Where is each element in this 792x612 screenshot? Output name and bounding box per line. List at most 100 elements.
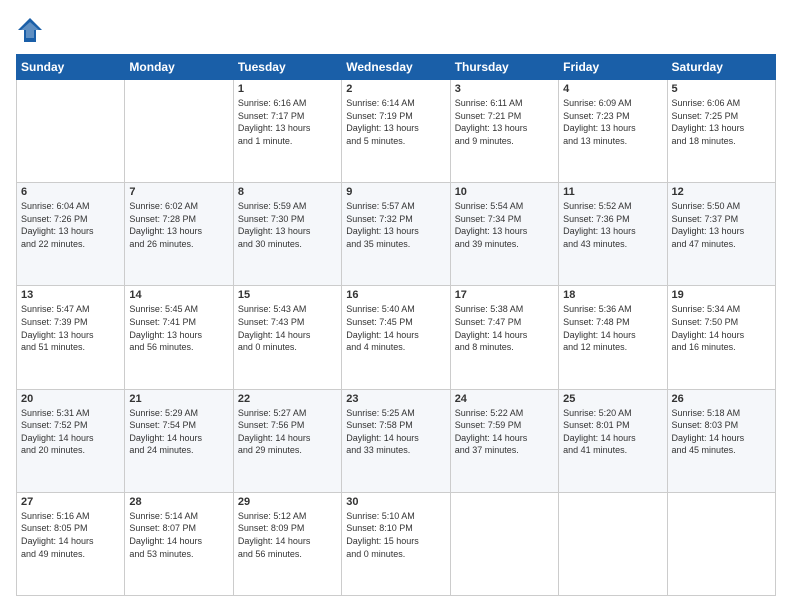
day-number: 13 [21,289,120,301]
calendar-cell: 2 Sunrise: 6:14 AM Sunset: 7:19 PM Daylig… [342,80,450,183]
calendar-header-friday: Friday [559,55,667,80]
calendar-cell: 20 Sunrise: 5:31 AM Sunset: 7:52 PM Dayli… [17,389,125,492]
day-detail: Sunrise: 5:25 AM Sunset: 7:58 PM Dayligh… [346,407,445,457]
calendar-cell: 19Sunrise: 5:34 AM Sunset: 7:50 PM Dayli… [667,286,775,389]
day-detail: Sunrise: 5:31 AM Sunset: 7:52 PM Dayligh… [21,407,120,457]
calendar-cell: 23 Sunrise: 5:25 AM Sunset: 7:58 PM Dayli… [342,389,450,492]
calendar-header-saturday: Saturday [667,55,775,80]
day-detail: Sunrise: 5:52 AM Sunset: 7:36 PM Dayligh… [563,200,662,250]
day-number: 23 [346,393,445,405]
calendar-cell: 22 Sunrise: 5:27 AM Sunset: 7:56 PM Dayli… [233,389,341,492]
day-number: 9 [346,186,445,198]
day-number: 17 [455,289,554,301]
calendar-header-row: SundayMondayTuesdayWednesdayThursdayFrid… [17,55,776,80]
day-number: 24 [455,393,554,405]
day-number: 15 [238,289,337,301]
day-number: 27 [21,496,120,508]
calendar-week-5: 27 Sunrise: 5:16 AM Sunset: 8:05 PM Dayli… [17,492,776,595]
calendar-cell: 6Sunrise: 6:04 AM Sunset: 7:26 PM Daylig… [17,183,125,286]
calendar-week-3: 13 Sunrise: 5:47 AM Sunset: 7:39 PM Dayli… [17,286,776,389]
calendar-cell: 17 Sunrise: 5:38 AM Sunset: 7:47 PM Dayli… [450,286,558,389]
day-number: 2 [346,83,445,95]
day-number: 14 [129,289,228,301]
day-detail: Sunrise: 6:02 AM Sunset: 7:28 PM Dayligh… [129,200,228,250]
day-detail: Sunrise: 6:04 AM Sunset: 7:26 PM Dayligh… [21,200,120,250]
calendar-cell: 7 Sunrise: 6:02 AM Sunset: 7:28 PM Daylig… [125,183,233,286]
calendar-cell: 21 Sunrise: 5:29 AM Sunset: 7:54 PM Dayli… [125,389,233,492]
calendar-cell: 4Sunrise: 6:09 AM Sunset: 7:23 PM Daylig… [559,80,667,183]
calendar-cell: 13 Sunrise: 5:47 AM Sunset: 7:39 PM Dayli… [17,286,125,389]
calendar-table: SundayMondayTuesdayWednesdayThursdayFrid… [16,54,776,596]
calendar-cell: 26Sunrise: 5:18 AM Sunset: 8:03 PM Dayli… [667,389,775,492]
day-detail: Sunrise: 5:12 AM Sunset: 8:09 PM Dayligh… [238,510,337,560]
day-detail: Sunrise: 6:09 AM Sunset: 7:23 PM Dayligh… [563,97,662,147]
logo [16,16,46,44]
calendar-week-2: 6Sunrise: 6:04 AM Sunset: 7:26 PM Daylig… [17,183,776,286]
day-number: 10 [455,186,554,198]
day-number: 18 [563,289,662,301]
day-detail: Sunrise: 6:16 AM Sunset: 7:17 PM Dayligh… [238,97,337,147]
day-detail: Sunrise: 5:57 AM Sunset: 7:32 PM Dayligh… [346,200,445,250]
day-number: 1 [238,83,337,95]
day-detail: Sunrise: 5:20 AM Sunset: 8:01 PM Dayligh… [563,407,662,457]
calendar-cell: 1 Sunrise: 6:16 AM Sunset: 7:17 PM Daylig… [233,80,341,183]
day-number: 29 [238,496,337,508]
calendar-cell: 25 Sunrise: 5:20 AM Sunset: 8:01 PM Dayli… [559,389,667,492]
day-detail: Sunrise: 5:45 AM Sunset: 7:41 PM Dayligh… [129,303,228,353]
calendar-cell [17,80,125,183]
calendar-header-thursday: Thursday [450,55,558,80]
calendar-cell: 12 Sunrise: 5:50 AM Sunset: 7:37 PM Dayli… [667,183,775,286]
day-detail: Sunrise: 5:47 AM Sunset: 7:39 PM Dayligh… [21,303,120,353]
day-number: 25 [563,393,662,405]
calendar-week-4: 20 Sunrise: 5:31 AM Sunset: 7:52 PM Dayli… [17,389,776,492]
day-detail: Sunrise: 5:40 AM Sunset: 7:45 PM Dayligh… [346,303,445,353]
day-detail: Sunrise: 5:36 AM Sunset: 7:48 PM Dayligh… [563,303,662,353]
calendar-cell [125,80,233,183]
day-number: 7 [129,186,228,198]
day-number: 21 [129,393,228,405]
calendar-page: SundayMondayTuesdayWednesdayThursdayFrid… [0,0,792,612]
calendar-cell: 28Sunrise: 5:14 AM Sunset: 8:07 PM Dayli… [125,492,233,595]
calendar-cell [559,492,667,595]
day-detail: Sunrise: 5:16 AM Sunset: 8:05 PM Dayligh… [21,510,120,560]
day-number: 8 [238,186,337,198]
day-detail: Sunrise: 5:38 AM Sunset: 7:47 PM Dayligh… [455,303,554,353]
day-number: 20 [21,393,120,405]
day-number: 12 [672,186,771,198]
day-detail: Sunrise: 5:29 AM Sunset: 7:54 PM Dayligh… [129,407,228,457]
day-detail: Sunrise: 6:06 AM Sunset: 7:25 PM Dayligh… [672,97,771,147]
day-number: 30 [346,496,445,508]
calendar-header-tuesday: Tuesday [233,55,341,80]
calendar-cell [450,492,558,595]
calendar-cell: 9 Sunrise: 5:57 AM Sunset: 7:32 PM Daylig… [342,183,450,286]
day-detail: Sunrise: 6:14 AM Sunset: 7:19 PM Dayligh… [346,97,445,147]
day-number: 22 [238,393,337,405]
calendar-cell: 24 Sunrise: 5:22 AM Sunset: 7:59 PM Dayli… [450,389,558,492]
calendar-cell: 11 Sunrise: 5:52 AM Sunset: 7:36 PM Dayli… [559,183,667,286]
calendar-cell: 18 Sunrise: 5:36 AM Sunset: 7:48 PM Dayli… [559,286,667,389]
calendar-cell: 8 Sunrise: 5:59 AM Sunset: 7:30 PM Daylig… [233,183,341,286]
day-detail: Sunrise: 5:27 AM Sunset: 7:56 PM Dayligh… [238,407,337,457]
day-detail: Sunrise: 5:22 AM Sunset: 7:59 PM Dayligh… [455,407,554,457]
calendar-header-sunday: Sunday [17,55,125,80]
day-detail: Sunrise: 6:11 AM Sunset: 7:21 PM Dayligh… [455,97,554,147]
day-number: 16 [346,289,445,301]
calendar-cell: 3 Sunrise: 6:11 AM Sunset: 7:21 PM Daylig… [450,80,558,183]
logo-icon [16,16,44,44]
calendar-cell: 15Sunrise: 5:43 AM Sunset: 7:43 PM Dayli… [233,286,341,389]
calendar-week-1: 1 Sunrise: 6:16 AM Sunset: 7:17 PM Daylig… [17,80,776,183]
calendar-cell: 27 Sunrise: 5:16 AM Sunset: 8:05 PM Dayli… [17,492,125,595]
day-number: 3 [455,83,554,95]
day-detail: Sunrise: 5:59 AM Sunset: 7:30 PM Dayligh… [238,200,337,250]
calendar-cell: 5 Sunrise: 6:06 AM Sunset: 7:25 PM Daylig… [667,80,775,183]
day-detail: Sunrise: 5:14 AM Sunset: 8:07 PM Dayligh… [129,510,228,560]
calendar-cell: 29 Sunrise: 5:12 AM Sunset: 8:09 PM Dayli… [233,492,341,595]
day-number: 19 [672,289,771,301]
calendar-cell: 16 Sunrise: 5:40 AM Sunset: 7:45 PM Dayli… [342,286,450,389]
day-detail: Sunrise: 5:50 AM Sunset: 7:37 PM Dayligh… [672,200,771,250]
header [16,16,776,44]
day-number: 5 [672,83,771,95]
calendar-cell: 30Sunrise: 5:10 AM Sunset: 8:10 PM Dayli… [342,492,450,595]
day-number: 11 [563,186,662,198]
day-number: 26 [672,393,771,405]
